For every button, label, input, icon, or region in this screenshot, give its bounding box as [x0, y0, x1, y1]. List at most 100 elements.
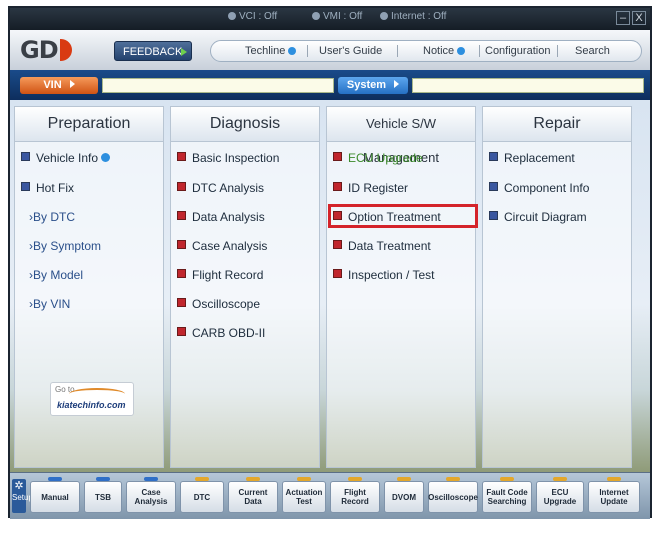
dvom-button[interactable]: DVOM — [384, 477, 424, 513]
menu-item-carb-obd-ii[interactable]: CARB OBD-II — [177, 326, 265, 340]
menu-techline-label: Techline — [245, 45, 286, 57]
info-icon — [457, 47, 466, 55]
tsb-button[interactable]: TSB — [84, 477, 122, 513]
dvom-label: DVOM — [392, 492, 416, 502]
menu-item-case-analysis[interactable]: Case Analysis — [177, 239, 267, 253]
bullet-icon — [333, 269, 342, 278]
bullet-icon — [489, 211, 498, 220]
menu-item-dtc-analysis[interactable]: DTC Analysis — [177, 181, 264, 195]
menu-item-oscilloscope[interactable]: Oscilloscope — [177, 297, 260, 311]
close-button[interactable]: X — [632, 11, 646, 25]
indicator-icon — [446, 477, 460, 481]
menu-item-data-treatment[interactable]: Data Treatment — [333, 239, 431, 253]
preparation-title: Preparation — [15, 107, 163, 142]
feedback-button[interactable]: FEEDBACK — [114, 41, 192, 61]
vin-field[interactable] — [102, 78, 334, 93]
vin-system-bar: VIN System — [10, 70, 650, 101]
bullet-icon — [333, 240, 342, 249]
item-label: Flight Record — [192, 268, 264, 282]
menu-item-ecu-upgrade[interactable]: ECU Upgrade — [333, 151, 423, 165]
menu-item-basic-inspection[interactable]: Basic Inspection — [177, 151, 279, 165]
manual-button[interactable]: Manual — [30, 477, 80, 513]
diagnosis-title: Diagnosis — [171, 107, 319, 142]
menu-item-by-model[interactable]: ›By Model — [29, 268, 83, 282]
menu-search[interactable]: Search — [575, 45, 610, 57]
divider — [557, 45, 558, 57]
option-treatment-highlight — [328, 204, 478, 228]
menu-item-id-register[interactable]: ID Register — [333, 181, 408, 195]
ecu-upgrade-button[interactable]: ECU Upgrade — [536, 477, 584, 513]
item-label: Replacement — [504, 151, 575, 165]
swoosh-icon — [69, 388, 125, 400]
item-label: By Model — [33, 268, 84, 282]
indicator-icon — [553, 477, 567, 481]
item-label: By DTC — [33, 210, 75, 224]
bullet-icon — [177, 298, 186, 307]
menu-notice[interactable]: Notice — [423, 45, 466, 57]
bullet-icon — [177, 269, 186, 278]
gear-icon: ✲ — [14, 480, 24, 492]
indicator-icon — [297, 477, 311, 481]
internet-update-button[interactable]: Internet Update — [588, 477, 640, 513]
menu-techline[interactable]: Techline — [245, 45, 297, 57]
flight-record-button[interactable]: Flight Record — [330, 477, 380, 513]
indicator-icon — [607, 477, 621, 481]
arrow-right-icon — [394, 80, 400, 88]
fault-code-searching-button[interactable]: Fault Code Searching — [482, 477, 532, 513]
menu-item-replacement[interactable]: Replacement — [489, 151, 575, 165]
dtc-button[interactable]: DTC — [180, 477, 224, 513]
indicator-icon — [348, 477, 362, 481]
item-label: Component Info — [504, 181, 590, 195]
bullet-icon — [333, 182, 342, 191]
indicator-icon — [48, 477, 62, 481]
actuation-test-button[interactable]: Actuation Test — [282, 477, 326, 513]
logo-text: GD — [20, 36, 59, 64]
menu-item-by-dtc[interactable]: ›By DTC — [29, 210, 75, 224]
menu-item-component-info[interactable]: Component Info — [489, 181, 589, 195]
item-label: Data Analysis — [192, 210, 265, 224]
minimize-button[interactable]: – — [616, 11, 630, 25]
system-field[interactable] — [412, 78, 644, 93]
menu-item-by-vin[interactable]: ›By VIN — [29, 297, 70, 311]
vci-status-text: VCI : Off — [239, 11, 278, 22]
kiatechinfo-link[interactable]: Go to kiatechinfo.com — [50, 382, 134, 416]
vin-button[interactable]: VIN — [20, 77, 98, 94]
menu-item-flight-record[interactable]: Flight Record — [177, 268, 263, 282]
menu-item-circuit-diagram[interactable]: Circuit Diagram — [489, 210, 587, 224]
internet-led-icon — [380, 12, 388, 20]
indicator-icon — [246, 477, 260, 481]
case-analysis-button[interactable]: Case Analysis — [126, 477, 176, 513]
vmi-led-icon — [312, 12, 320, 20]
menu-item-hot-fix[interactable]: Hot Fix — [21, 181, 74, 195]
menu-configuration[interactable]: Configuration — [485, 45, 550, 57]
current-data-label: Current Data — [238, 488, 268, 506]
indicator-icon — [96, 477, 110, 481]
vci-led-icon — [228, 12, 236, 20]
actuation-test-label: Actuation Test — [285, 488, 323, 506]
bullet-icon — [177, 327, 186, 336]
menu-users-guide[interactable]: User's Guide — [319, 45, 382, 57]
arrow-right-icon — [181, 48, 187, 56]
oscilloscope-button[interactable]: Oscilloscope — [428, 477, 478, 513]
menu-item-by-symptom[interactable]: ›By Symptom — [29, 239, 101, 253]
vehicle-sw-management-column: Vehicle S/W Management ECU Upgrade ID Re… — [326, 106, 476, 468]
item-label: Hot Fix — [36, 181, 75, 195]
system-button[interactable]: System — [338, 77, 408, 94]
title-bar: VCI : Off VMI : Off Internet : Off – X — [10, 8, 650, 30]
system-label: System — [346, 79, 387, 91]
menu-item-vehicle-info[interactable]: Vehicle Info — [21, 151, 111, 165]
case-analysis-label: Case Analysis — [134, 488, 168, 506]
indicator-icon — [397, 477, 411, 481]
golink-line2: kiatechinfo.com — [57, 400, 126, 410]
setup-button[interactable]: ✲ Setup — [12, 479, 33, 513]
menu-item-data-analysis[interactable]: Data Analysis — [177, 210, 265, 224]
item-label: Inspection / Test — [348, 268, 435, 282]
item-label: Vehicle Info — [36, 151, 99, 165]
ecu-upgrade-label: ECU Upgrade — [543, 488, 577, 506]
menu-item-inspection-test[interactable]: Inspection / Test — [333, 268, 435, 282]
vmi-status: VMI : Off — [312, 11, 362, 22]
divider — [479, 45, 480, 57]
bullet-icon — [177, 152, 186, 161]
bullet-icon — [177, 240, 186, 249]
current-data-button[interactable]: Current Data — [228, 477, 278, 513]
